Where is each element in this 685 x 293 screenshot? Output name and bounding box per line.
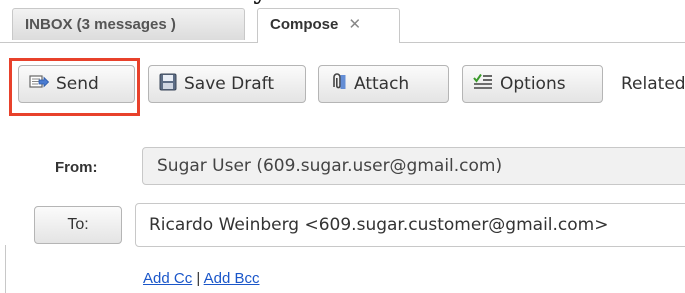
to-button[interactable]: To: xyxy=(34,206,122,244)
tab-strip: INBOX (3 messages ) Compose ✕ xyxy=(0,8,685,43)
send-icon xyxy=(29,73,50,96)
tab-compose-label: Compose xyxy=(270,16,339,33)
tab-compose[interactable]: Compose ✕ xyxy=(257,8,400,43)
close-icon[interactable]: ✕ xyxy=(349,16,362,33)
add-cc-link[interactable]: Add Cc xyxy=(143,270,192,287)
cc-bcc-separator: | xyxy=(196,270,201,287)
divider xyxy=(5,245,6,293)
tab-inbox-label: INBOX (3 messages ) xyxy=(25,16,176,33)
save-draft-label: Save Draft xyxy=(184,74,274,94)
paperclip-icon xyxy=(329,72,347,97)
to-field[interactable]: Ricardo Weinberg <609.sugar.customer@gma… xyxy=(135,203,685,247)
add-bcc-link[interactable]: Add Bcc xyxy=(204,270,260,287)
from-label: From: xyxy=(55,159,98,176)
attach-button[interactable]: Attach xyxy=(318,65,449,103)
compose-toolbar: Send Save Draft Attach Options Related xyxy=(0,50,685,120)
attach-label: Attach xyxy=(354,74,410,94)
cc-bcc-links: Add Cc | Add Bcc xyxy=(143,270,260,287)
options-label: Options xyxy=(500,74,566,94)
options-icon xyxy=(473,73,493,96)
tab-inbox[interactable]: INBOX (3 messages ) xyxy=(12,8,245,40)
from-field[interactable]: Sugar User (609.sugar.user@gmail.com) xyxy=(142,147,685,185)
floppy-disk-icon xyxy=(159,73,177,96)
save-draft-button[interactable]: Save Draft xyxy=(148,65,306,103)
related-label[interactable]: Related xyxy=(621,65,685,103)
send-label: Send xyxy=(56,74,99,94)
options-button[interactable]: Options xyxy=(462,65,603,103)
send-button[interactable]: Send xyxy=(18,65,135,103)
